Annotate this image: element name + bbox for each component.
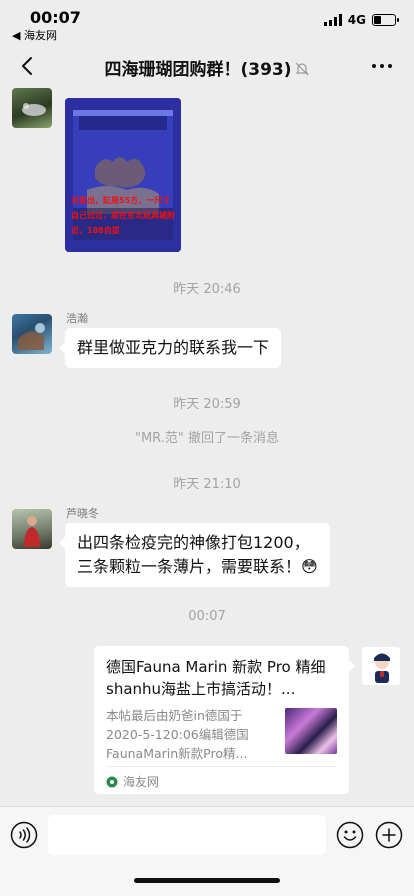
emoji-button[interactable]: [336, 821, 364, 849]
status-back-to-app[interactable]: ◀ 海友网: [12, 27, 57, 43]
timestamp: 昨天 20:46: [173, 282, 241, 297]
divider: [106, 766, 337, 767]
home-indicator[interactable]: [134, 878, 280, 883]
message-text-line: 出四条检疫完的神像打包1200，: [77, 533, 310, 552]
message-text-line: 三条颗粒一条薄片，需要联系！😳: [77, 557, 318, 576]
avatar[interactable]: [12, 314, 52, 354]
more-dot-icon: [380, 64, 384, 68]
status-time: 00:07: [30, 8, 81, 27]
app-source-icon: [106, 776, 118, 787]
group-title: 四海珊瑚团购群！(393): [104, 60, 292, 80]
shared-photo[interactable]: 对家出，缸是55方，一尺寸自己过过，就在东北玩具城附近，188自提: [65, 98, 181, 252]
more-dot-icon: [388, 64, 392, 68]
avatar[interactable]: [12, 88, 52, 128]
group-title-wrap: 四海珊瑚团购群！(393): [80, 55, 334, 80]
status-indicators: 4G: [323, 13, 399, 27]
message-input[interactable]: [48, 815, 326, 855]
link-source: 海友网: [106, 773, 159, 790]
emoji-icon: [336, 821, 364, 849]
signal-icon: [323, 14, 342, 26]
link-description: 本帖最后由奶爸in德国于2020-5-120:06编辑德国FaunaMarin新…: [106, 708, 249, 761]
shared-link-card[interactable]: 德国Fauna Marin 新款 Pro 精细shanhu海盐上市搞活动！...…: [94, 646, 355, 794]
battery-icon: [372, 14, 399, 26]
chat-header: 四海珊瑚团购群！(393): [0, 44, 414, 88]
timestamp: 昨天 20:59: [173, 397, 241, 412]
photo-caption: 对家出，缸是55方，一尺寸自己过过，就在东北玩具城附近，188自提: [71, 196, 175, 235]
more-button[interactable]: [368, 52, 396, 80]
message-bubble[interactable]: 出四条检疫完的神像打包1200， 三条颗粒一条薄片，需要联系！😳: [59, 523, 330, 587]
network-type: 4G: [347, 13, 366, 27]
sender-name: 芦晓冬: [66, 507, 99, 520]
chevron-left-icon: [22, 57, 32, 75]
my-avatar[interactable]: [361, 646, 401, 686]
timestamp: 昨天 21:10: [173, 477, 241, 492]
link-title: 德国Fauna Marin 新款 Pro 精细shanhu海盐上市搞活动！...: [106, 658, 326, 698]
link-thumbnail: [285, 708, 337, 754]
chat-messages[interactable]: 对家出，缸是55方，一尺寸自己过过，就在东北玩具城附近，188自提 昨天 20:…: [0, 88, 414, 806]
link-source-name: 海友网: [123, 775, 160, 789]
message-text: 群里做亚克力的联系我一下: [77, 338, 270, 357]
more-functions-button[interactable]: [375, 821, 403, 849]
sender-name: 浩瀚: [66, 312, 88, 325]
back-button[interactable]: [14, 52, 40, 80]
voice-button[interactable]: [10, 821, 38, 849]
mute-bell-icon: [295, 62, 308, 76]
plus-icon: [375, 821, 403, 849]
status-bar: 00:07 ◀ 海友网 4G: [0, 0, 414, 44]
avatar[interactable]: [12, 509, 52, 549]
message-bubble[interactable]: 群里做亚克力的联系我一下: [58, 328, 282, 368]
timestamp: 00:07: [188, 609, 226, 624]
system-message-recall: "MR.范" 撤回了一条消息: [134, 431, 279, 446]
voice-icon: [10, 821, 38, 849]
more-dot-icon: [372, 64, 376, 68]
